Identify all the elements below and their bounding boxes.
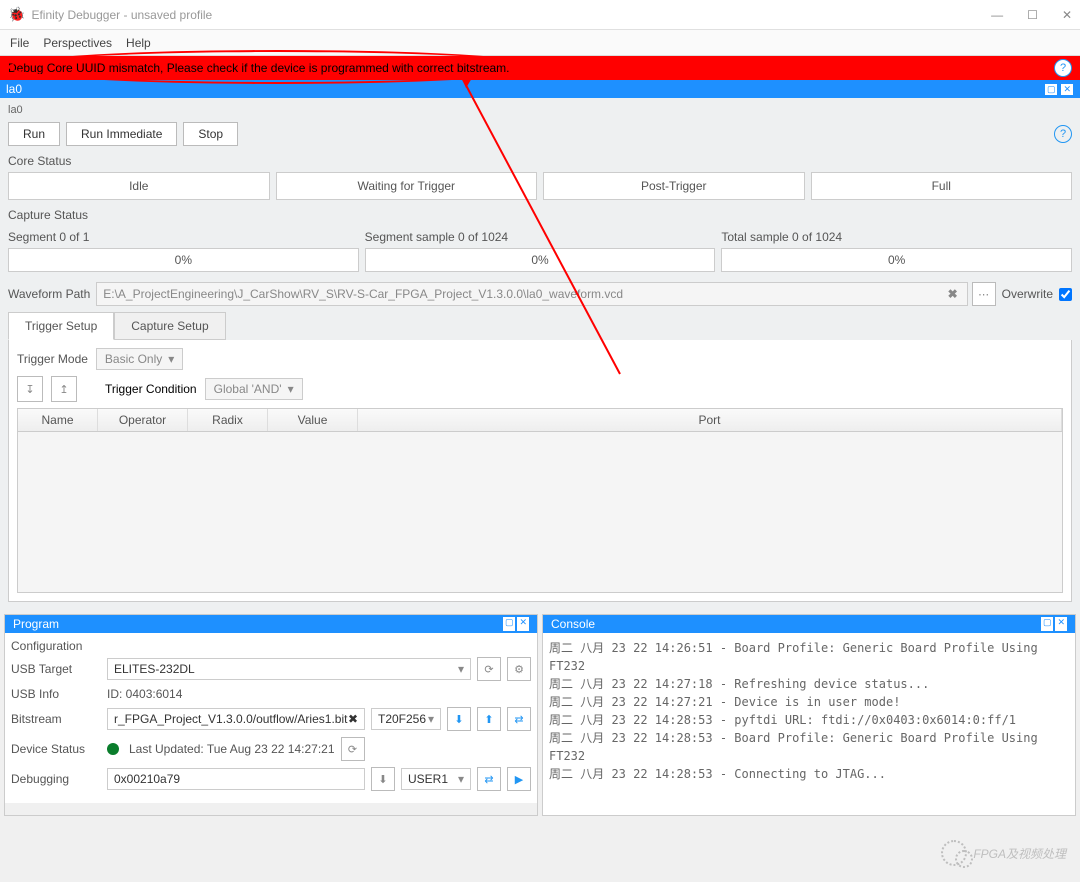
device-status-label: Device Status bbox=[11, 742, 101, 756]
trigger-mode-dropdown[interactable]: Basic Only bbox=[96, 348, 183, 370]
la0-name: la0 bbox=[6, 82, 22, 96]
run-button[interactable]: Run bbox=[8, 122, 60, 146]
debugging-label: Debugging bbox=[11, 772, 101, 786]
bitstream-icon2[interactable]: ⬆ bbox=[477, 707, 501, 731]
stop-button[interactable]: Stop bbox=[183, 122, 238, 146]
usb-target-dropdown[interactable]: ELITES-232DL bbox=[107, 658, 471, 680]
segment-progress: 0% bbox=[8, 248, 359, 272]
program-title: Program bbox=[13, 617, 59, 631]
user-dropdown[interactable]: USER1 bbox=[401, 768, 471, 790]
titlebar: 🐞 Efinity Debugger - unsaved profile — ☐… bbox=[0, 0, 1080, 30]
usb-info-value: ID: 0403:6014 bbox=[107, 687, 182, 701]
close-button[interactable]: ✕ bbox=[1062, 8, 1072, 22]
clear-path-icon[interactable]: ✖ bbox=[948, 287, 958, 301]
bitstream-icon3[interactable]: ⇄ bbox=[507, 707, 531, 731]
debugging-input[interactable]: 0x00210a79 bbox=[107, 768, 365, 790]
usb-settings-icon[interactable]: ⚙ bbox=[507, 657, 531, 681]
tab-capture-setup[interactable]: Capture Setup bbox=[114, 312, 225, 340]
tab-trigger-setup[interactable]: Trigger Setup bbox=[8, 312, 114, 340]
watermark: FPGA及视频处理 bbox=[941, 840, 1066, 866]
restore-icon[interactable]: ▢ bbox=[1044, 83, 1059, 96]
error-bar: Debug Core UUID mismatch, Please check i… bbox=[0, 56, 1080, 80]
console-panel: Console ▢✕ 周二 八月 23 22 14:26:51 - Board … bbox=[542, 614, 1076, 816]
close-panel-icon[interactable]: ✕ bbox=[1060, 83, 1074, 96]
help-icon[interactable]: ? bbox=[1054, 59, 1072, 77]
trigger-condition-dropdown[interactable]: Global 'AND' bbox=[205, 378, 303, 400]
menu-help[interactable]: Help bbox=[126, 36, 151, 50]
window-title: Efinity Debugger - unsaved profile bbox=[31, 8, 212, 22]
trigger-table: Name Operator Radix Value Port bbox=[17, 408, 1063, 593]
run-immediate-button[interactable]: Run Immediate bbox=[66, 122, 177, 146]
overwrite-checkbox[interactable] bbox=[1059, 288, 1072, 301]
capture-status-title: Capture Status bbox=[8, 208, 1072, 222]
status-full: Full bbox=[811, 172, 1073, 200]
device-status-value: Last Updated: Tue Aug 23 22 14:27:21 bbox=[129, 742, 335, 756]
trigger-mode-label: Trigger Mode bbox=[17, 352, 88, 366]
maximize-button[interactable]: ☐ bbox=[1027, 8, 1038, 22]
col-radix: Radix bbox=[188, 409, 268, 431]
remove-condition-icon[interactable]: ↥ bbox=[51, 376, 77, 402]
total-sample-label: Total sample 0 of 1024 bbox=[721, 226, 1072, 248]
bitstream-icon1[interactable]: ⬇ bbox=[447, 707, 471, 731]
status-idle: Idle bbox=[8, 172, 270, 200]
status-waiting: Waiting for Trigger bbox=[276, 172, 538, 200]
col-operator: Operator bbox=[98, 409, 188, 431]
restore-icon[interactable]: ▢ bbox=[503, 617, 516, 631]
overwrite-label: Overwrite bbox=[1002, 287, 1053, 301]
error-message: Debug Core UUID mismatch, Please check i… bbox=[8, 61, 510, 75]
waveform-path-input[interactable] bbox=[96, 282, 967, 306]
bitstream-label: Bitstream bbox=[11, 712, 101, 726]
la0-panel-header: la0 ▢ ✕ bbox=[0, 80, 1080, 98]
console-title: Console bbox=[551, 617, 595, 631]
waveform-path-label: Waveform Path bbox=[8, 287, 90, 301]
col-name: Name bbox=[18, 409, 98, 431]
add-condition-icon[interactable]: ↧ bbox=[17, 376, 43, 402]
segment-sample-label: Segment sample 0 of 1024 bbox=[365, 226, 716, 248]
refresh-usb-icon[interactable]: ⟳ bbox=[477, 657, 501, 681]
debug-icon2[interactable]: ⇄ bbox=[477, 767, 501, 791]
col-value: Value bbox=[268, 409, 358, 431]
usb-info-label: USB Info bbox=[11, 687, 101, 701]
device-dropdown[interactable]: T20F256 bbox=[371, 708, 441, 730]
trigger-table-body bbox=[18, 432, 1062, 592]
program-panel: Program ▢✕ Configuration USB Target ELIT… bbox=[4, 614, 538, 816]
help-icon[interactable]: ? bbox=[1054, 125, 1072, 143]
menu-file[interactable]: File bbox=[10, 36, 29, 50]
refresh-status-icon[interactable]: ⟳ bbox=[341, 737, 365, 761]
segment-sample-progress: 0% bbox=[365, 248, 716, 272]
bitstream-input[interactable]: r_FPGA_Project_V1.3.0.0/outflow/Aries1.b… bbox=[107, 708, 365, 730]
app-icon: 🐞 bbox=[8, 6, 25, 23]
open-file-icon[interactable]: ⋯ bbox=[972, 282, 996, 306]
usb-target-label: USB Target bbox=[11, 662, 101, 676]
status-post: Post-Trigger bbox=[543, 172, 805, 200]
configuration-label: Configuration bbox=[11, 639, 531, 653]
trigger-condition-label: Trigger Condition bbox=[105, 382, 197, 396]
menu-perspectives[interactable]: Perspectives bbox=[43, 36, 112, 50]
la0-label: la0 bbox=[8, 102, 1072, 118]
console-output[interactable]: 周二 八月 23 22 14:26:51 - Board Profile: Ge… bbox=[549, 639, 1069, 809]
total-sample-progress: 0% bbox=[721, 248, 1072, 272]
menubar: File Perspectives Help bbox=[0, 30, 1080, 56]
minimize-button[interactable]: — bbox=[991, 8, 1003, 22]
segment-label: Segment 0 of 1 bbox=[8, 226, 359, 248]
core-status-title: Core Status bbox=[8, 154, 1072, 168]
close-icon[interactable]: ✕ bbox=[517, 617, 529, 631]
close-icon[interactable]: ✕ bbox=[1055, 617, 1067, 631]
debug-icon3[interactable]: ▶ bbox=[507, 767, 531, 791]
status-dot-icon bbox=[107, 743, 119, 755]
restore-icon[interactable]: ▢ bbox=[1041, 617, 1054, 631]
col-port: Port bbox=[358, 409, 1062, 431]
debug-icon1[interactable]: ⬇ bbox=[371, 767, 395, 791]
